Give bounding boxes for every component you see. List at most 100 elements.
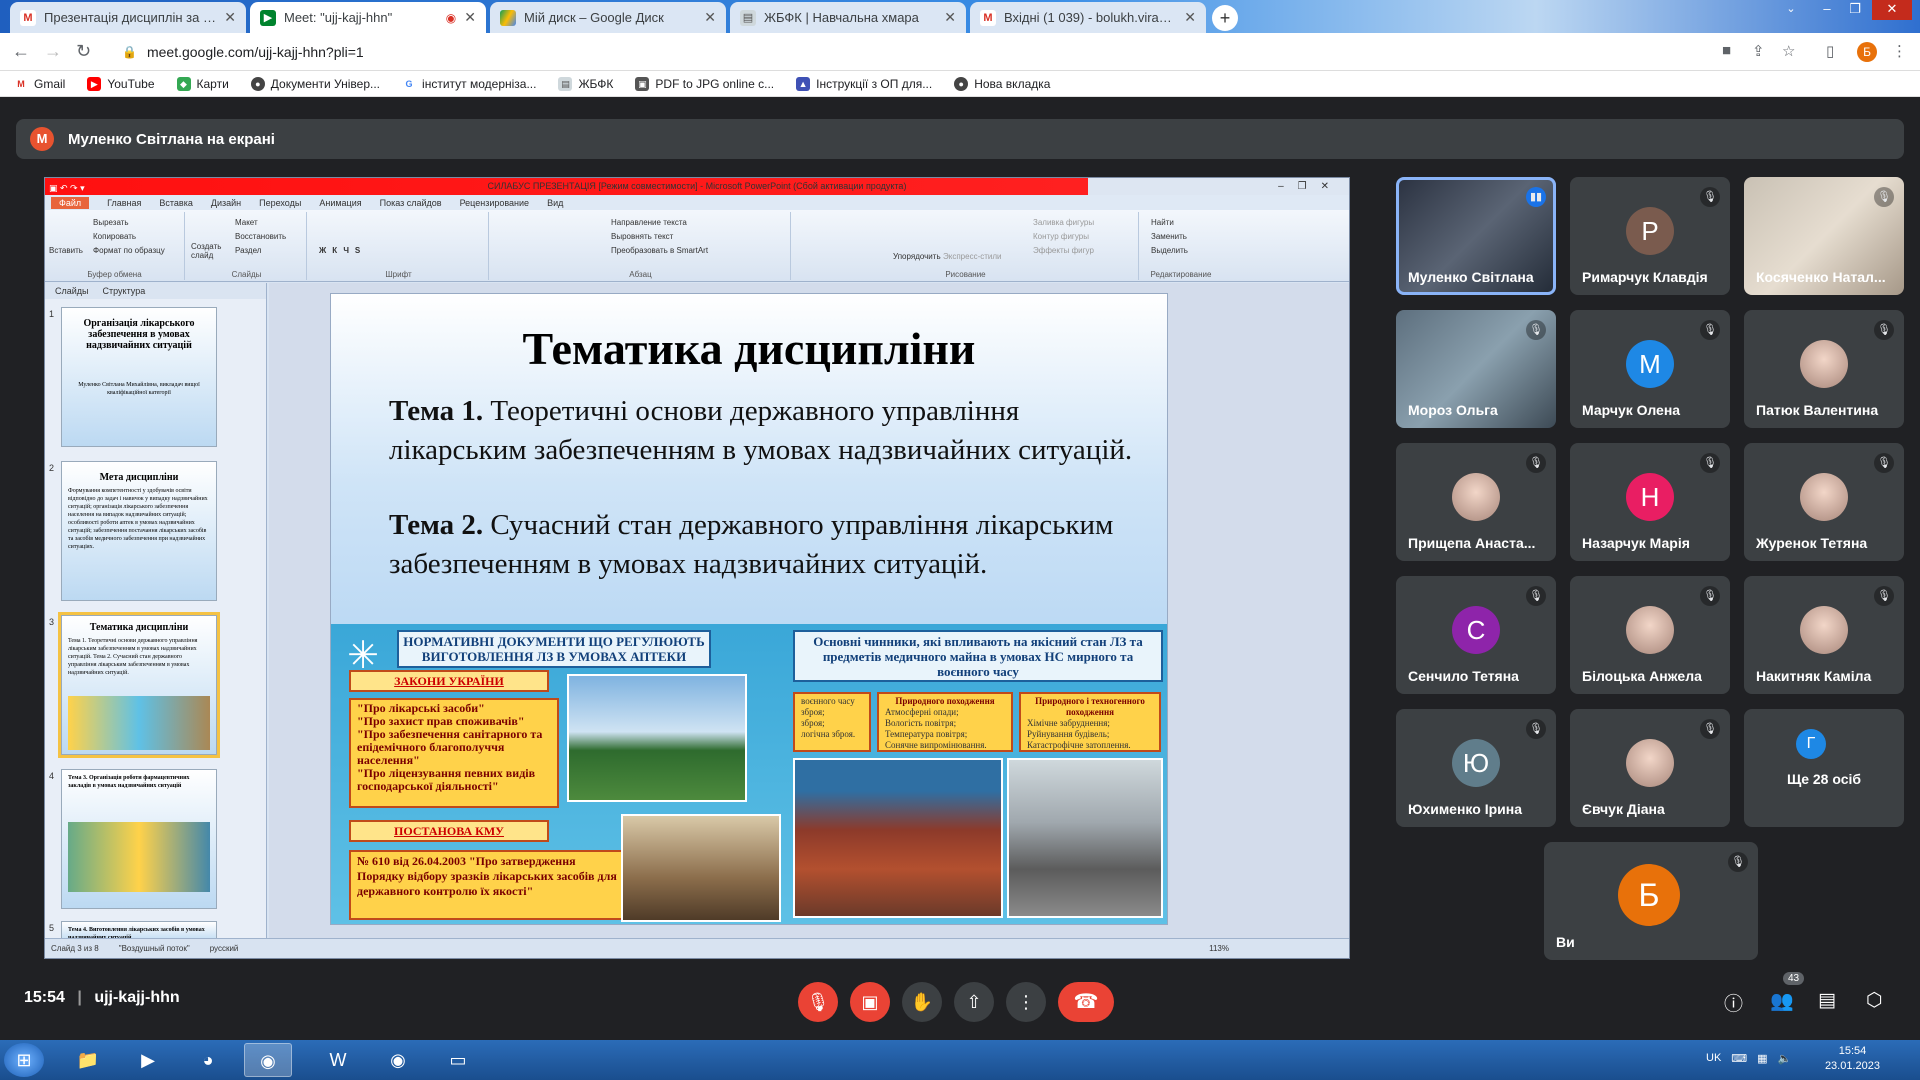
participant-tile[interactable]: М 🎙 Марчук Олена [1570,310,1730,428]
participant-tile[interactable]: Б 🎙 Ви [1544,842,1758,960]
browser-tab-inbox[interactable]: M Вхідні (1 039) - bolukh.vira@pha… ✕ [970,2,1206,33]
participant-tile[interactable]: 🎙 Патюк Валентина [1744,310,1904,428]
mic-off-button[interactable]: 🎙 [798,982,838,1022]
raise-hand-button[interactable]: ✋ [902,982,942,1022]
participant-name: Патюк Валентина [1756,402,1879,418]
participant-tile[interactable]: ▮▮ Муленко Світлана [1396,177,1556,295]
explorer-icon[interactable]: 📁 [64,1043,112,1077]
reload-icon[interactable]: ↻ [76,41,91,62]
close-icon[interactable]: ✕ [944,9,956,26]
bookmark-label: YouTube [107,76,155,91]
activities-icon[interactable]: ⬡ [1866,989,1883,1012]
mic-muted-icon: 🎙 [1526,320,1546,340]
forward-icon[interactable]: → [44,41,62,62]
participant-tile[interactable]: 🎙 Накитняк Каміла [1744,576,1904,694]
participant-tile[interactable]: Г Ще 28 осіб [1744,709,1904,827]
factor-line: Хімічне забруднення; [1027,718,1110,728]
system-clock[interactable]: 15:54 23.01.2023 [1825,1044,1880,1074]
participant-avatar: Р [1626,207,1674,255]
address-bar[interactable]: 🔒 meet.google.com/ujj-kajj-hhn?pli=1 [110,38,1710,66]
participant-tile[interactable]: С 🎙 Сенчило Тетяна [1396,576,1556,694]
share-icon[interactable]: ⇪ [1752,42,1765,60]
topic-2-label: Тема 2. [389,509,484,541]
media-player-icon[interactable]: ▶ [124,1043,172,1077]
quick-access-icons: ▣ ↶ ↷ ▾ [49,183,85,193]
bookmark-pdf-to-jpg[interactable]: ▣ PDF to JPG online c... [635,76,774,91]
participant-tile[interactable]: 🎙 Косяченко Натал... [1744,177,1904,295]
speaking-icon: ▮▮ [1526,187,1546,207]
desktop-icon[interactable]: ▭ [434,1043,482,1077]
participant-tile[interactable]: 🎙 Мороз Ольга [1396,310,1556,428]
keyboard-icon[interactable]: ⌨ [1731,1052,1747,1065]
ribbon-group-drawing: Упорядочить Экспресс-стили Заливка фигур… [793,212,1139,280]
close-icon[interactable]: ✕ [1184,9,1196,26]
participant-tile[interactable]: Р 🎙 Римарчук Клавдія [1570,177,1730,295]
present-screen-button[interactable]: ⇧ [954,982,994,1022]
side-panel-icon[interactable]: ▯ [1826,42,1834,60]
laws-title: ЗАКОНИ УКРАЇНИ [349,670,549,692]
tab-title: ЖБФК | Навчальна хмара [764,10,919,25]
thumb-title: Мета дисципліни [99,472,179,483]
back-icon[interactable]: ← [12,41,30,62]
participant-tile[interactable]: 🎙 Журенок Тетяна [1744,443,1904,561]
ribbon-cut: Вырезать [93,218,129,227]
browser-tab-meet[interactable]: ▶ Meet: "ujj-kajj-hhn" ◉ ✕ [250,2,486,33]
close-icon[interactable]: ✕ [224,9,236,26]
minimize-icon[interactable]: – [1814,0,1840,20]
leave-call-button[interactable]: ☎ [1058,982,1114,1022]
mic-muted-icon: 🎙 [1874,187,1894,207]
browser-tab-drive[interactable]: Мій диск – Google Диск ✕ [490,2,726,33]
chrome-icon[interactable]: ◉ [244,1043,292,1077]
bookmark-institute[interactable]: Gінститут модерніза... [402,76,536,91]
close-icon[interactable]: ✕ [464,9,476,26]
tab-search-icon[interactable]: ⌄ [1778,0,1804,20]
language-indicator[interactable]: UK [1706,1052,1721,1065]
presenter-banner-text: Муленко Світлана на екрані [68,130,275,148]
bookmark-maps[interactable]: ◆ Карти [176,76,229,91]
start-button[interactable]: ⊞ [4,1043,44,1077]
browser-toolbar: ← → ↻ 🔒 meet.google.com/ujj-kajj-hhn?pli… [0,33,1920,71]
ribbon-restore: Восстановить [235,232,287,241]
box-normative-documents: НОРМАТИВНІ ДОКУМЕНТИ ЩО РЕГУЛЮЮТЬ ВИГОТО… [397,630,711,668]
close-window-icon[interactable]: ✕ [1872,0,1912,20]
participant-tile[interactable]: 🎙 Євчук Діана [1570,709,1730,827]
close-icon[interactable]: ✕ [704,9,716,26]
menu-icon[interactable]: ⋮ [1892,42,1907,60]
restore-icon[interactable]: ❐ [1842,0,1868,20]
camera-icon[interactable]: ■ [1722,42,1731,59]
factor-natural: Природного походження Атмосферні опади; … [877,692,1013,752]
present-icon: ⇧ [966,992,982,1012]
volume-icon[interactable]: 🔈 [1778,1052,1792,1065]
more-options-button[interactable]: ⋮ [1006,982,1046,1022]
network-icon[interactable]: ▦ [1757,1052,1767,1065]
participant-tile[interactable]: Ю 🎙 Юхименко Ірина [1396,709,1556,827]
new-tab-button[interactable]: + [1212,5,1238,31]
bookmark-instructions[interactable]: ▲ Інструкції з ОП для... [796,76,932,91]
participant-name: Муленко Світлана [1408,269,1534,285]
ribbon-shape-fill: Заливка фигуры [1033,218,1095,227]
firefox-icon[interactable]: ◕ [184,1043,232,1077]
people-icon[interactable]: 👥 [1770,989,1794,1013]
info-icon[interactable]: ⓘ [1724,989,1743,1016]
browser-tab-cloud[interactable]: ▤ ЖБФК | Навчальна хмара ✕ [730,2,966,33]
camera-off-button[interactable]: ▣ [850,982,890,1022]
factor-line: воєнного часу [801,696,855,706]
participant-tile[interactable]: 🎙 Білоцька Анжела [1570,576,1730,694]
chrome-alt-icon[interactable]: ◉ [374,1043,422,1077]
bookmark-gmail[interactable]: M Gmail [14,76,65,91]
participant-name: Євчук Діана [1582,801,1665,817]
status-zoom: 113% [1209,944,1229,953]
word-icon[interactable]: W [314,1043,362,1077]
bookmark-new-tab[interactable]: ● Нова вкладка [954,76,1050,91]
browser-tab-gmail-presentation[interactable]: M Презентація дисциплін за вибо… ✕ [10,2,246,33]
participant-tile[interactable]: Н 🎙 Назарчук Марія [1570,443,1730,561]
bookmark-youtube[interactable]: ▶ YouTube [87,76,155,91]
bookmark-zhbfk[interactable]: ▤ ЖБФК [558,76,613,91]
participant-tile[interactable]: 🎙 Прищепа Анаста... [1396,443,1556,561]
bookmark-documents[interactable]: ● Документи Універ... [250,76,380,91]
factor-technogenic: Природного і техногенного походження Хім… [1019,692,1161,752]
gmail-icon: M [980,9,996,26]
chat-icon[interactable]: ▤ [1818,989,1836,1012]
star-icon[interactable]: ☆ [1782,42,1795,60]
profile-avatar[interactable]: Б [1857,42,1877,62]
